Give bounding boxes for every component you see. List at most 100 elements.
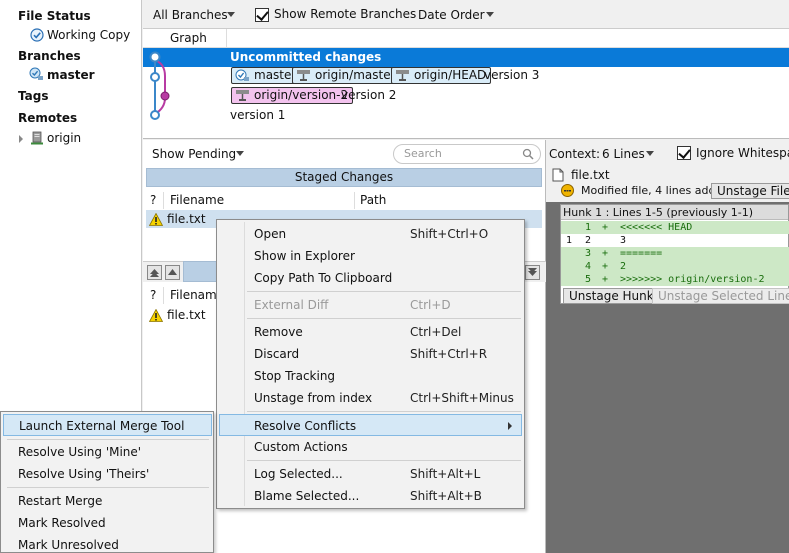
diff-sign: + [602, 274, 609, 285]
diff-line[interactable]: 1 + <<<<<<< HEAD [561, 221, 789, 234]
branches-dropdown-label: All Branches [153, 8, 228, 22]
menu-item-shortcut: Ctrl+Del [410, 325, 462, 339]
new-line-number: 5 [585, 274, 592, 285]
new-line-number: 2 [585, 235, 592, 246]
remote-branch-tag[interactable]: origin/HEAD [391, 67, 492, 84]
menu-item-label: Show in Explorer [254, 249, 355, 263]
resolve-conflicts-submenu: Launch External Merge Tool Resolve Using… [0, 411, 214, 553]
ignore-whitespace-label: Ignore Whitespace [696, 146, 789, 160]
log-row-uncommitted[interactable]: Uncommitted changes [143, 48, 789, 67]
menu-item-label: Discard [254, 347, 300, 361]
log-row[interactable]: origin/version-2 version 2 [143, 86, 789, 106]
log-toolbar: All Branches Show Remote Branches Date O… [143, 3, 789, 29]
unstage-hunk-button[interactable]: Unstage Hunk [563, 288, 660, 304]
search-placeholder: Search [404, 147, 442, 160]
ignore-whitespace-checkbox[interactable] [677, 146, 691, 160]
diff-line[interactable]: 5 + >>>>>>> origin/version-2 [561, 273, 789, 286]
menu-item-custom-actions[interactable]: Custom Actions [219, 436, 522, 458]
server-icon [31, 131, 43, 145]
sidebar-section-remotes[interactable]: Remotes [18, 111, 77, 125]
sidebar-section-tags[interactable]: Tags [18, 89, 48, 103]
stage-all-icon[interactable] [147, 265, 162, 280]
filename-column-header[interactable]: Filename [170, 191, 224, 210]
sidebar-item-master[interactable]: master [47, 68, 95, 82]
branch-tag[interactable]: master [231, 67, 302, 84]
new-line-number: 1 [585, 222, 592, 233]
modified-icon [561, 184, 574, 197]
menu-item-shortcut: Ctrl+D [410, 298, 451, 312]
status-column-header[interactable]: ? [150, 191, 156, 210]
sidebar-section-branches[interactable]: Branches [18, 49, 81, 63]
menu-item-open[interactable]: Open Shift+Ctrl+O [219, 223, 522, 245]
diff-line[interactable]: 3 + ======= [561, 247, 789, 260]
status-column-header[interactable]: ? [150, 286, 156, 305]
diff-hunk: Hunk 1 : Lines 1-5 (previously 1-1) 1 + … [560, 204, 789, 304]
menu-item-label: Log Selected... [254, 467, 343, 481]
diff-file-status: Modified file, 4 lines added [581, 184, 730, 197]
menu-item-external-diff[interactable]: External Diff Ctrl+D [219, 294, 522, 316]
unstage-file-button[interactable]: Unstage File [711, 183, 789, 199]
tag-label: origin/master [315, 68, 396, 82]
context-dropdown-value: 6 Lines [602, 147, 645, 161]
submenu-item-resolve-theirs[interactable]: Resolve Using 'Theirs' [3, 463, 212, 485]
order-dropdown[interactable]: Date Order [410, 5, 498, 25]
branches-dropdown[interactable]: All Branches [145, 5, 239, 25]
menu-item-log-selected[interactable]: Log Selected... Shift+Alt+L [219, 463, 522, 485]
submenu-item-restart-merge[interactable]: Restart Merge [3, 490, 212, 512]
show-remote-label: Show Remote Branches [274, 7, 417, 21]
remote-branch-icon [396, 70, 409, 81]
diff-line[interactable]: 1 2 3 [561, 234, 789, 247]
branch-icon [29, 67, 43, 80]
sidebar-section-file-status[interactable]: File Status [18, 9, 91, 23]
log-header: Graph [143, 29, 789, 48]
path-column-header[interactable]: Path [360, 191, 386, 210]
conflict-warning-icon [149, 309, 163, 322]
menu-item-show-in-explorer[interactable]: Show in Explorer [219, 245, 522, 267]
menu-item-remove[interactable]: Remove Ctrl+Del [219, 321, 522, 343]
sidebar-item-working-copy[interactable]: Working Copy [47, 28, 130, 42]
menu-item-resolve-conflicts[interactable]: Resolve Conflicts [219, 414, 522, 436]
stage-selected-icon[interactable] [165, 265, 180, 280]
menu-item-unstage-from-index[interactable]: Unstage from index Ctrl+Shift+Minus [219, 387, 522, 409]
submenu-item-mark-unresolved[interactable]: Mark Unresolved [3, 534, 212, 552]
diff-text: ======= [620, 248, 663, 259]
menu-item-stop-tracking[interactable]: Stop Tracking [219, 365, 522, 387]
unstage-selected-lines-button[interactable]: Unstage Selected Lines [652, 288, 789, 304]
menu-item-copy-path[interactable]: Copy Path To Clipboard [219, 267, 522, 289]
menu-item-shortcut: Shift+Alt+B [410, 489, 482, 503]
diff-sign: + [602, 222, 609, 233]
new-line-number: 4 [585, 261, 592, 272]
remote-branch-tag[interactable]: origin/version-2 [231, 87, 354, 104]
working-copy-icon [30, 28, 44, 42]
submenu-item-mark-resolved[interactable]: Mark Resolved [3, 512, 212, 534]
log-row[interactable]: version 1 [143, 106, 789, 125]
log-row-message: version 1 [230, 108, 286, 122]
search-input[interactable]: Search [393, 144, 541, 164]
context-label: Context: [549, 147, 601, 161]
submenu-item-label: Launch External Merge Tool [19, 419, 185, 433]
filter-dropdown[interactable]: Show Pending [144, 144, 248, 164]
submenu-item-resolve-mine[interactable]: Resolve Using 'Mine' [3, 441, 212, 463]
filter-dropdown-label: Show Pending [152, 147, 237, 161]
sidebar-item-origin[interactable]: origin [47, 131, 81, 145]
menu-item-shortcut: Ctrl+Shift+Minus [410, 391, 514, 405]
diff-line[interactable]: 4 + 2 [561, 260, 789, 273]
diff-text: >>>>>>> origin/version-2 [620, 274, 765, 285]
expand-origin-icon[interactable] [19, 135, 23, 143]
old-line-number: 1 [566, 235, 573, 246]
log-row[interactable]: master origin/master origin/HEAD version… [143, 66, 789, 86]
menu-item-label: Custom Actions [254, 440, 348, 454]
submenu-arrow-icon [508, 422, 512, 430]
chevron-down-icon [236, 151, 244, 156]
menu-item-blame-selected[interactable]: Blame Selected... Shift+Alt+B [219, 485, 522, 507]
graph-column-header[interactable]: Graph [170, 31, 207, 45]
unstage-all-icon[interactable] [525, 265, 540, 280]
submenu-item-launch-merge-tool[interactable]: Launch External Merge Tool [3, 414, 212, 436]
show-remote-checkbox[interactable] [255, 8, 269, 22]
menu-item-discard[interactable]: Discard Shift+Ctrl+R [219, 343, 522, 365]
local-branch-icon [235, 69, 249, 81]
file-icon [552, 168, 564, 182]
context-dropdown[interactable]: 6 Lines [594, 144, 658, 164]
order-dropdown-label: Date Order [418, 8, 485, 22]
remote-branch-tag[interactable]: origin/master [292, 67, 401, 84]
